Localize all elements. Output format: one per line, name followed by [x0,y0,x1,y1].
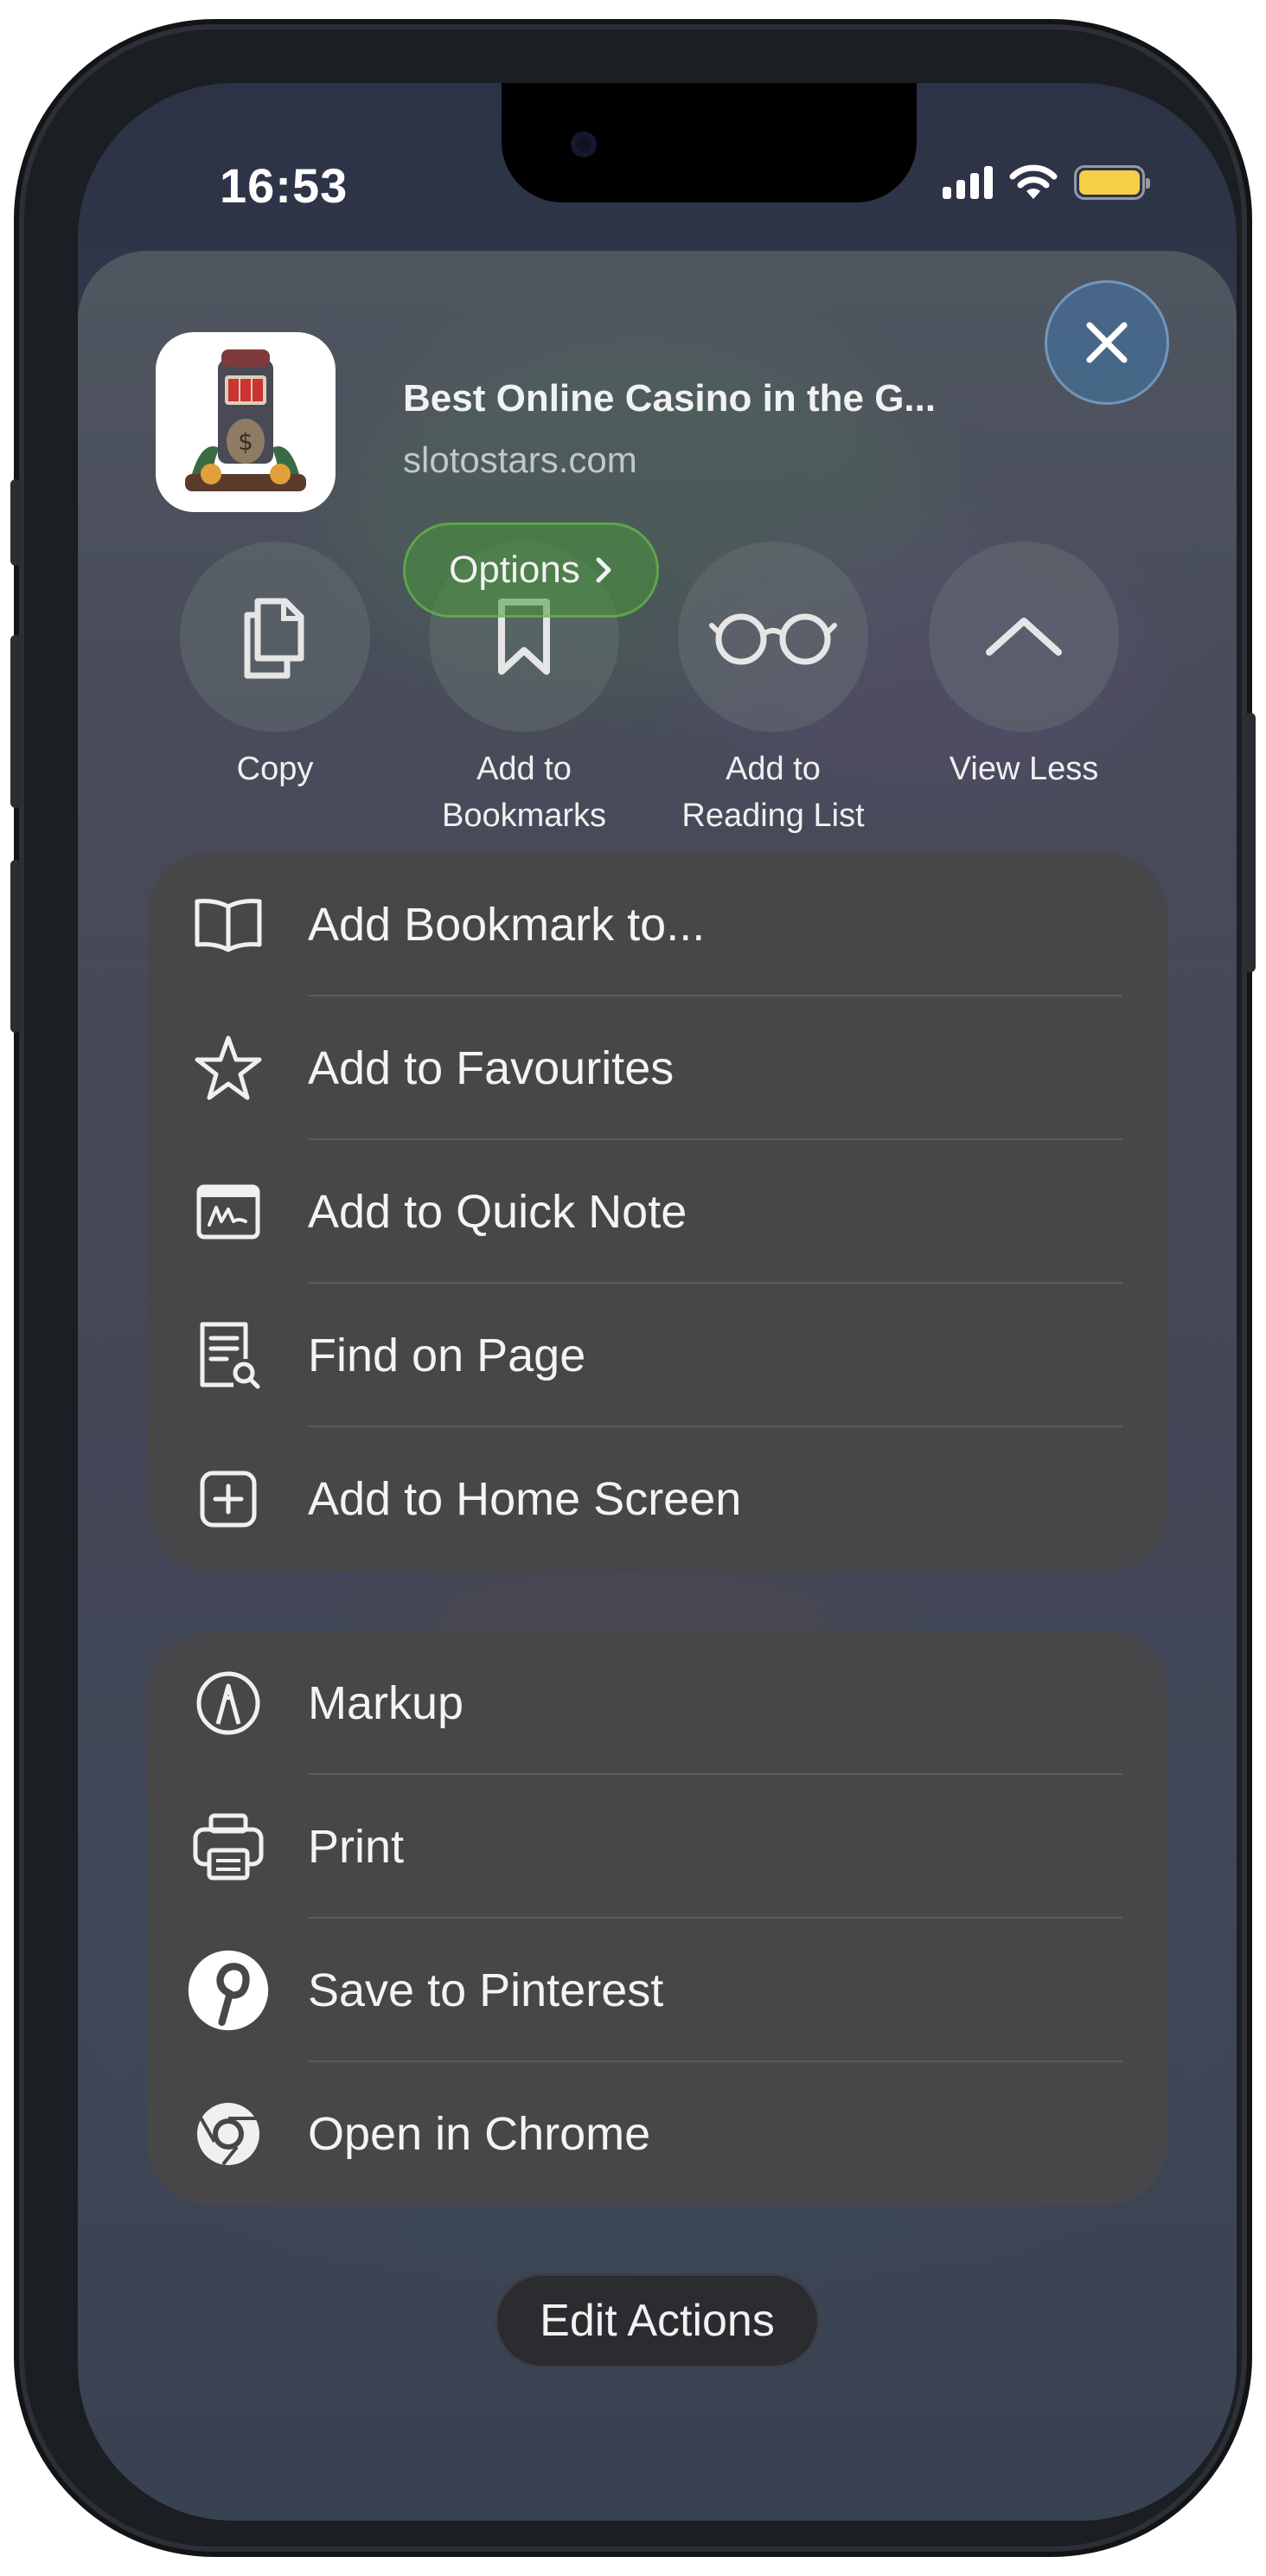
action-save-to-pinterest[interactable]: Save to Pinterest [147,1919,1167,2062]
chrome-icon [197,2103,259,2166]
svg-text:$: $ [238,427,253,456]
action-markup[interactable]: Markup [147,1631,1167,1775]
add-square-icon [200,1471,257,1528]
action-open-in-chrome[interactable]: Open in Chrome [147,2062,1167,2206]
printer-icon [193,1813,264,1881]
action-group-secondary: Markup Print Save to Pinterest Open in C… [147,1631,1167,2206]
quick-action-copy[interactable]: Copy [180,541,370,792]
action-label: Save to Pinterest [308,1964,664,2016]
find-on-page-icon [200,1322,260,1389]
close-button[interactable] [1045,280,1169,405]
volume-up-button [10,635,21,808]
quick-note-icon [196,1184,260,1240]
action-label: Add to Favourites [308,1042,675,1094]
wifi-icon [1009,164,1058,199]
screen: 16:53 $ Best Online Casino in the G... s… [78,83,1237,2521]
action-label: Add to Quick Note [308,1186,687,1238]
action-label: Open in Chrome [308,2108,651,2160]
markup-icon [196,1671,260,1735]
action-find-on-page[interactable]: Find on Page [147,1284,1167,1427]
options-label: Options [449,548,580,591]
quick-action-add-to-reading-list[interactable]: Add to Reading List [678,541,868,839]
action-group-primary: Add Bookmark to... Add to Favourites Add… [147,853,1167,1571]
action-add-to-home-screen[interactable]: Add to Home Screen [147,1427,1167,1571]
quick-action-label: View Less [949,751,1099,787]
action-add-to-quick-note[interactable]: Add to Quick Note [147,1140,1167,1284]
close-icon [1086,322,1128,363]
action-add-to-favourites[interactable]: Add to Favourites [147,996,1167,1140]
quick-action-label: Add to Reading List [681,751,865,834]
action-label: Print [308,1821,405,1873]
phone-frame: 16:53 $ Best Online Casino in the G... s… [10,29,1256,2547]
cellular-signal-icon [943,166,993,199]
quick-action-label: Add to Bookmarks [441,751,607,834]
chevron-up-icon [986,618,1062,656]
star-icon [195,1035,262,1100]
front-camera [571,131,597,157]
power-button [1245,713,1256,972]
quick-action-label: Copy [236,751,314,787]
edit-actions-button[interactable]: Edit Actions [495,2273,820,2368]
action-label: Add Bookmark to... [308,899,706,951]
options-button[interactable]: Options [403,522,659,618]
copy-icon [244,598,304,679]
battery-icon [1074,165,1150,200]
status-icons [943,164,1150,201]
action-label: Markup [308,1677,464,1729]
chevron-right-icon [596,557,611,583]
pinterest-icon [188,1950,269,2031]
page-domain: slotostars.com [403,439,637,480]
book-icon [195,899,262,952]
quick-action-view-less[interactable]: View Less [929,541,1119,792]
action-label: Add to Home Screen [308,1473,742,1525]
action-button [10,479,21,566]
volume-down-button [10,860,21,1033]
site-icon: $ [156,332,336,512]
action-label: Find on Page [308,1330,586,1381]
action-print[interactable]: Print [147,1775,1167,1919]
dynamic-island [502,83,917,202]
page-title: Best Online Casino in the G... [403,377,937,420]
status-time: 16:53 [220,158,348,213]
action-add-bookmark-to[interactable]: Add Bookmark to... [147,853,1167,996]
glasses-icon [709,613,837,665]
